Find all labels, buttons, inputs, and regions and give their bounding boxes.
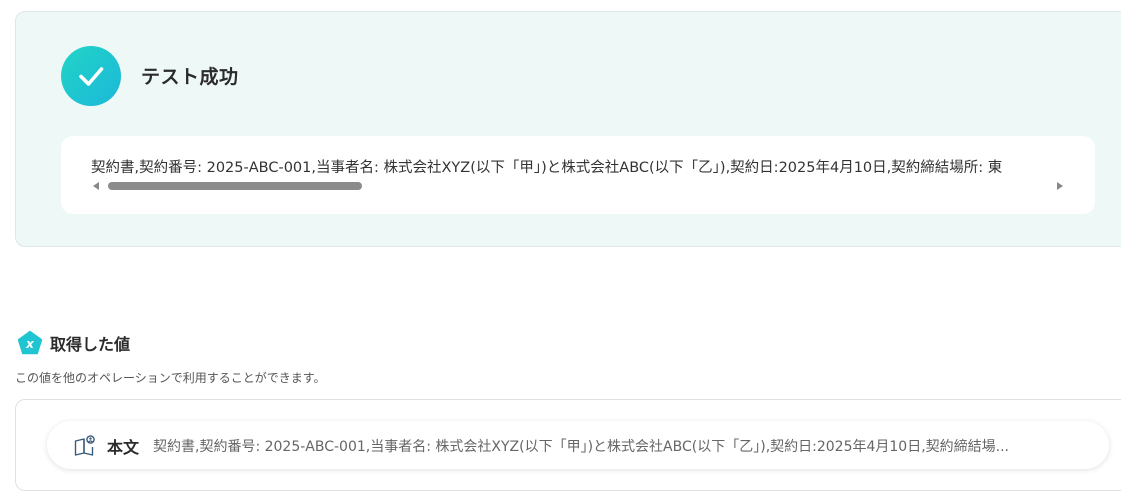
variable-x-icon: x <box>17 330 43 355</box>
success-title: テスト成功 <box>141 66 239 88</box>
test-success-panel: テスト成功 契約書,契約番号: 2025-ABC-001,当事者名: 株式会社X… <box>15 11 1121 247</box>
scroll-right-arrow-icon[interactable] <box>1057 182 1063 190</box>
svg-text:x: x <box>25 337 35 351</box>
result-output-box: 契約書,契約番号: 2025-ABC-001,当事者名: 株式会社XYZ(以下「… <box>61 136 1095 214</box>
captured-values-title: 取得した値 <box>50 335 131 354</box>
scrollbar-thumb[interactable] <box>108 182 362 190</box>
result-output-text: 契約書,契約番号: 2025-ABC-001,当事者名: 株式会社XYZ(以下「… <box>91 160 1003 176</box>
value-item-label: 本文 <box>107 438 140 457</box>
check-circle-icon <box>61 46 121 106</box>
captured-values-description: この値を他のオペレーションで利用することができます。 <box>15 371 326 385</box>
value-item[interactable]: 本文 契約書,契約番号: 2025-ABC-001,当事者名: 株式会社XYZ(… <box>47 421 1109 469</box>
captured-values-panel: 本文 契約書,契約番号: 2025-ABC-001,当事者名: 株式会社XYZ(… <box>15 399 1121 491</box>
book-person-icon <box>74 435 95 456</box>
horizontal-scrollbar[interactable] <box>93 180 1063 192</box>
value-item-text: 契約書,契約番号: 2025-ABC-001,当事者名: 株式会社XYZ(以下「… <box>153 439 1010 455</box>
scroll-left-arrow-icon[interactable] <box>93 182 99 190</box>
